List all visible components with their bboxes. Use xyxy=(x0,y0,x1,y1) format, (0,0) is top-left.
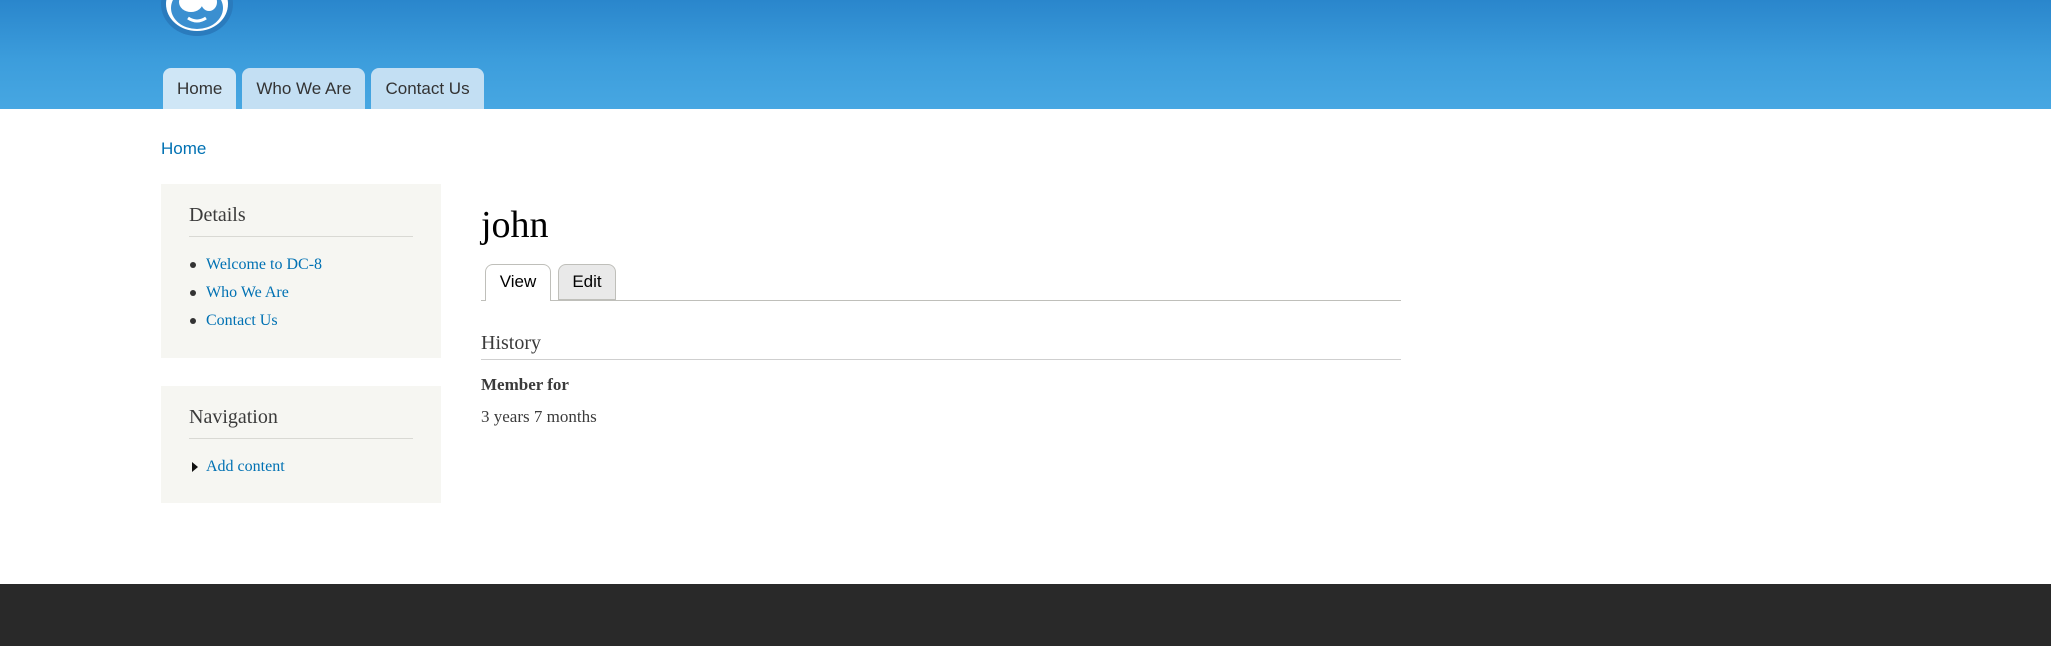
history-section-title: History xyxy=(481,332,1401,360)
tab-edit[interactable]: Edit xyxy=(558,264,616,300)
tab-view[interactable]: View xyxy=(485,264,551,301)
site-header: Home Who We Are Contact Us xyxy=(0,0,2051,109)
bullet-icon xyxy=(190,290,196,296)
details-link-contact-us[interactable]: Contact Us xyxy=(189,307,413,335)
navigation-block: Navigation Add content xyxy=(161,386,441,503)
page-title: john xyxy=(481,204,549,246)
navigation-link-label: Add content xyxy=(206,458,285,475)
details-link-label: Contact Us xyxy=(206,312,278,329)
local-tabs: View Edit xyxy=(481,263,1401,301)
bullet-icon xyxy=(190,262,196,268)
details-link-who-we-are[interactable]: Who We Are xyxy=(189,279,413,307)
navigation-link-add-content[interactable]: Add content xyxy=(189,453,413,481)
navigation-block-title: Navigation xyxy=(189,386,413,439)
details-link-label: Who We Are xyxy=(206,284,289,301)
collapsed-arrow-icon xyxy=(192,462,198,472)
bullet-icon xyxy=(190,318,196,324)
navigation-list: Add content xyxy=(189,453,413,481)
member-for-value: 3 years 7 months xyxy=(481,407,597,426)
drupal-logo-icon[interactable] xyxy=(160,0,234,36)
member-for-label: Member for xyxy=(481,375,569,394)
nav-tab-who-we-are[interactable]: Who We Are xyxy=(242,68,366,109)
details-link-welcome[interactable]: Welcome to DC-8 xyxy=(189,251,413,279)
main-menu: Home Who We Are Contact Us xyxy=(163,68,484,109)
details-block: Details Welcome to DC-8 Who We Are Conta… xyxy=(161,184,441,358)
breadcrumb-home-link[interactable]: Home xyxy=(161,139,206,159)
nav-tab-contact-us[interactable]: Contact Us xyxy=(371,68,484,109)
details-list: Welcome to DC-8 Who We Are Contact Us xyxy=(189,251,413,335)
details-link-label: Welcome to DC-8 xyxy=(206,256,323,273)
nav-tab-home[interactable]: Home xyxy=(163,68,237,109)
details-block-title: Details xyxy=(189,184,413,237)
site-footer xyxy=(0,584,2051,646)
